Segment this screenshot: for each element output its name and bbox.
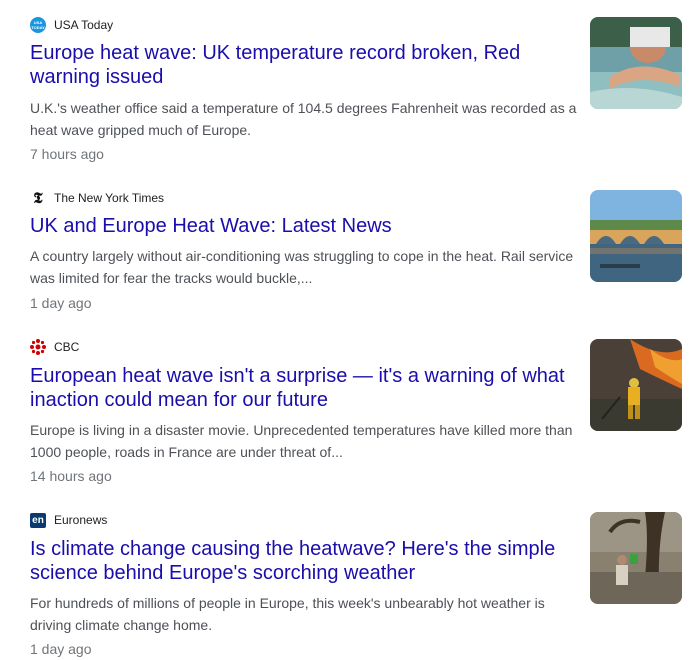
article-source: en Euronews <box>30 511 107 529</box>
firefighter-at-wildfire-image[interactable] <box>590 339 682 431</box>
article-title-link[interactable]: European heat wave isn't a surprise — it… <box>30 364 575 412</box>
article-timestamp: 1 day ago <box>30 641 92 657</box>
article-timestamp: 1 day ago <box>30 295 92 311</box>
article-title-link[interactable]: Is climate change causing the heatwave? … <box>30 537 575 585</box>
usa-today-logo-text: USA TODAY <box>30 17 46 33</box>
article-timestamp: 14 hours ago <box>30 468 112 484</box>
article-snippet: U.K.'s weather office said a temperature… <box>30 100 577 138</box>
article-snippet: For hundreds of millions of people in Eu… <box>30 595 545 633</box>
nyt-logo-icon: 𝕿 <box>30 190 46 206</box>
source-name: Euronews <box>54 513 108 527</box>
source-name: CBC <box>54 340 80 354</box>
article-title-link[interactable]: Europe heat wave: UK temperature record … <box>30 41 575 89</box>
man-cooling-off-at-fountain-image[interactable] <box>590 17 682 109</box>
euronews-logo-text: en <box>30 512 46 528</box>
usa-today-logo-icon: USA TODAY <box>30 17 46 33</box>
article-source: CBC <box>30 338 79 356</box>
article-snippet: Europe is living in a disaster movie. Un… <box>30 422 573 460</box>
nyt-t-glyph: 𝕿 <box>33 189 43 207</box>
article-title-link[interactable]: UK and Europe Heat Wave: Latest News <box>30 214 575 238</box>
person-under-tree-in-drought-image[interactable] <box>590 512 682 604</box>
euronews-logo-icon: en <box>30 512 46 528</box>
article-source: USA TODAY USA Today <box>30 16 113 34</box>
stone-bridge-over-river-image[interactable] <box>590 190 682 282</box>
article-snippet: A country largely without air-conditioni… <box>30 248 574 286</box>
article-source: 𝕿 The New York Times <box>30 189 164 207</box>
article-timestamp: 7 hours ago <box>30 146 104 162</box>
source-name: USA Today <box>54 18 114 32</box>
source-name: The New York Times <box>54 191 165 205</box>
cbc-logo-icon <box>30 339 46 355</box>
